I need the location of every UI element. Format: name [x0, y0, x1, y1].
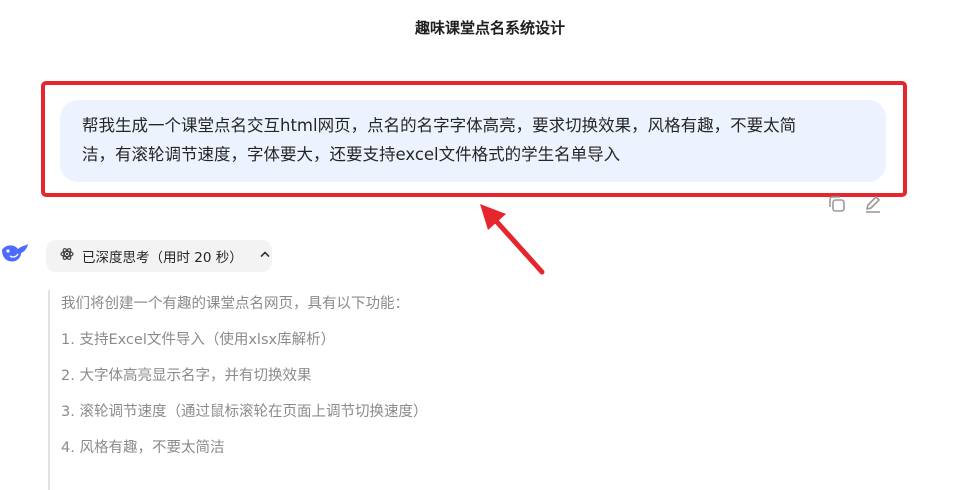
atom-icon [60, 247, 74, 265]
message-actions [826, 193, 884, 215]
conversation-title: 趣味课堂点名系统设计 [414, 19, 565, 37]
annotation-arrow [480, 204, 545, 275]
edit-icon[interactable] [862, 193, 884, 215]
thinking-toggle-button[interactable]: 已深度思考（用时 20 秒） [46, 240, 272, 272]
thinking-list-item: 1. 支持Excel文件导入（使用xlsx库解析） [61, 332, 336, 348]
copy-icon[interactable] [826, 193, 848, 215]
annotation-highlight-box [41, 81, 907, 197]
deepseek-whale-icon [0, 238, 30, 268]
chevron-up-icon [259, 248, 271, 264]
thinking-list-item: 2. 大字体高亮显示名字，并有切换效果 [61, 368, 312, 384]
thinking-list-item: 3. 滚轮调节速度（通过鼠标滚轮在页面上调节切换速度） [61, 404, 428, 420]
thinking-list-item: 4. 风格有趣，不要太简洁 [61, 440, 225, 456]
thinking-toggle-label: 已深度思考（用时 20 秒） [82, 250, 243, 266]
thinking-content: 我们将创建一个有趣的课堂点名网页，具有以下功能： 1. 支持Excel文件导入（… [48, 290, 621, 490]
thinking-intro: 我们将创建一个有趣的课堂点名网页，具有以下功能： [61, 296, 409, 312]
